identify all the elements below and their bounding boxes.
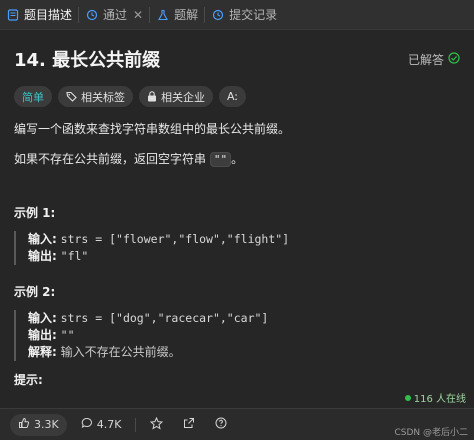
example-output: 输出: "fl" xyxy=(28,248,460,265)
description-icon xyxy=(6,8,20,22)
example-input: 输入: strs = ["dog","racecar","car"] xyxy=(28,310,460,327)
tab-passed-label: 通过 xyxy=(103,8,128,22)
tab-solutions[interactable]: 题解 xyxy=(150,0,204,30)
comments-button[interactable]: 4.7K xyxy=(75,414,128,436)
input-value: strs = ["dog","racecar","car"] xyxy=(60,311,269,325)
help-circle-icon xyxy=(215,417,227,432)
toolbar-divider xyxy=(135,417,137,432)
tab-bar: 题目描述 通过 ✕ 题解 提交记录 xyxy=(0,0,474,30)
output-value: "fl" xyxy=(60,249,89,263)
history-icon xyxy=(85,8,99,22)
description-paragraph: 如果不存在公共前缀，返回空字符串 ""。 xyxy=(14,149,460,170)
help-button[interactable] xyxy=(209,414,233,436)
example-block: 输入: strs = ["flower","flow","flight"] 输出… xyxy=(14,231,460,265)
explain-label: 解释: xyxy=(28,345,57,359)
related-companies-label: 相关企业 xyxy=(161,90,205,104)
online-count: 116 人在线 xyxy=(404,390,466,405)
tag-row: 简单 相关标签 相关企业 Aː xyxy=(14,86,460,107)
output-label: 输出: xyxy=(28,249,57,263)
solved-label: 已解答 xyxy=(407,52,444,67)
tag-icon xyxy=(66,91,77,102)
example-explanation: 解释: 输入不存在公共前缀。 xyxy=(28,344,460,361)
font-size-button[interactable]: Aː xyxy=(219,86,247,107)
example-block: 输入: strs = ["dog","racecar","car"] 输出: "… xyxy=(14,310,460,361)
tab-solutions-label: 题解 xyxy=(174,8,199,22)
share-icon xyxy=(183,417,195,432)
output-label: 输出: xyxy=(28,328,57,342)
close-icon[interactable]: ✕ xyxy=(133,8,143,22)
related-tags-button[interactable]: 相关标签 xyxy=(58,86,133,107)
lock-icon xyxy=(147,91,157,102)
description-text: 。 xyxy=(231,152,244,166)
input-label: 输入: xyxy=(28,311,57,325)
problem-content: 14. 最长公共前缀 已解答 简单 相关标签 相关企业 Aː 编写一个函数来查找… xyxy=(0,30,474,408)
tab-submissions[interactable]: 提交记录 xyxy=(205,0,283,30)
favorite-button[interactable] xyxy=(144,414,169,436)
tab-passed[interactable]: 通过 ✕ xyxy=(79,0,149,30)
like-button[interactable]: 3.3K xyxy=(10,413,67,436)
history-icon xyxy=(211,8,225,22)
flask-icon xyxy=(156,8,170,22)
output-value: "" xyxy=(60,328,75,342)
example-title: 示例 2: xyxy=(14,285,56,299)
description-paragraph: 编写一个函数来查找字符串数组中的最长公共前缀。 xyxy=(14,122,291,136)
star-icon xyxy=(150,416,164,433)
comment-count: 4.7K xyxy=(96,418,122,431)
input-label: 输入: xyxy=(28,232,57,246)
watermark: CSDN @老后小二 xyxy=(394,428,468,438)
online-label: 116 人在线 xyxy=(413,394,466,405)
share-button[interactable] xyxy=(177,414,201,436)
hint-title: 提示: xyxy=(14,373,43,387)
title-row: 14. 最长公共前缀 已解答 xyxy=(14,46,460,72)
example-input: 输入: strs = ["flower","flow","flight"] xyxy=(28,231,460,248)
explain-value: 输入不存在公共前缀。 xyxy=(60,345,181,359)
description-text: 如果不存在公共前缀，返回空字符串 xyxy=(14,152,210,166)
inline-code: "" xyxy=(209,152,232,167)
solved-status: 已解答 xyxy=(408,51,460,68)
check-circle-icon xyxy=(448,51,460,67)
tab-description-label: 题目描述 xyxy=(24,8,73,22)
tab-description[interactable]: 题目描述 xyxy=(0,0,78,30)
comment-icon xyxy=(81,417,93,432)
online-dot xyxy=(404,394,411,401)
tab-submissions-label: 提交记录 xyxy=(229,8,278,22)
difficulty-badge[interactable]: 简单 xyxy=(14,86,52,107)
example-title: 示例 1: xyxy=(14,206,56,220)
input-value: strs = ["flower","flow","flight"] xyxy=(60,232,290,246)
like-count: 3.3K xyxy=(34,418,59,431)
related-tags-label: 相关标签 xyxy=(81,90,125,104)
problem-title: 14. 最长公共前缀 xyxy=(14,50,161,71)
thumbs-up-icon xyxy=(18,417,30,432)
example-output: 输出: "" xyxy=(28,327,460,344)
related-companies-button[interactable]: 相关企业 xyxy=(139,86,213,107)
